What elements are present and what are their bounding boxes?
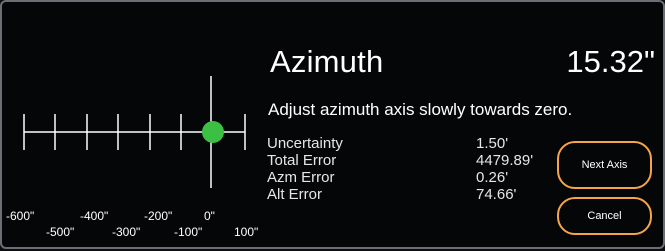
axis-title: Azimuth — [270, 44, 384, 79]
stat-value-azm-error: 0.26' — [476, 169, 509, 186]
next-axis-button[interactable]: Next Axis — [557, 141, 652, 189]
stat-label-total-error: Total Error — [267, 152, 337, 169]
instruction-text: Adjust azimuth axis slowly towards zero. — [268, 100, 573, 119]
scale-label: 0" — [204, 209, 215, 223]
scale-label: -100" — [174, 225, 203, 239]
scale-label: -200" — [144, 209, 173, 223]
stat-value-alt-error: 74.66' — [476, 186, 517, 203]
stat-value-total-error: 4479.89' — [476, 152, 534, 169]
scale-label: -500" — [46, 225, 75, 239]
stat-value-uncertainty: 1.50' — [476, 135, 509, 152]
stat-label-uncertainty: Uncertainty — [267, 135, 343, 152]
alignment-panel: -600" -400" -200" 0" -500" -300" -100" 1… — [0, 0, 665, 249]
stat-label-azm-error: Azm Error — [267, 169, 335, 186]
position-indicator — [202, 121, 224, 143]
axis-value: 15.32" — [566, 44, 655, 79]
scale-label: -600" — [6, 209, 35, 223]
scale-label: -300" — [112, 225, 141, 239]
cancel-button[interactable]: Cancel — [557, 197, 652, 235]
stat-label-alt-error: Alt Error — [267, 186, 323, 203]
scale-label: -400" — [80, 209, 109, 223]
scale-label: 100" — [234, 225, 259, 239]
